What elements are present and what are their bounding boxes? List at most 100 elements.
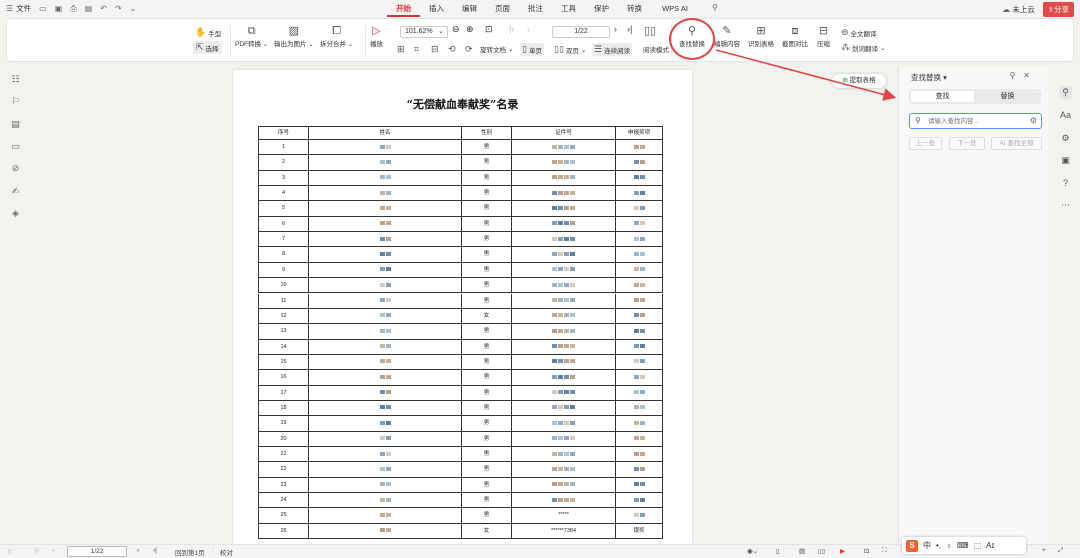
extract-table-button[interactable]: ⊞ 提取表格 [832,74,886,88]
next-match-button[interactable]: 下一处 [949,137,985,150]
microphone-icon[interactable]: ♁ [946,541,952,550]
more-icon[interactable]: ⋯ [1059,199,1072,212]
sogou-logo-icon[interactable]: S [906,539,918,552]
play-icon[interactable]: ▶ [840,547,845,555]
zoom-in-icon[interactable]: ⊕ [466,24,474,35]
screenshot-compare-button[interactable]: ⧈ 截图对比 [782,24,808,48]
menu-tab[interactable]: 页面 [486,3,519,17]
style-icon[interactable]: Aa [1059,109,1072,122]
prev-page-icon[interactable]: ‹ [527,24,530,34]
next-page-icon[interactable]: › [137,547,139,554]
zoom-in-icon[interactable]: + [1042,547,1046,554]
cloud-status[interactable]: ☁ 未上云 [1002,4,1035,15]
expand-icon[interactable]: ⤢ [1058,547,1063,555]
prev-match-button[interactable]: 上一处 [909,137,942,150]
search-icon[interactable]: ⚲ [1059,86,1072,99]
first-page-icon[interactable]: |‹ [509,24,514,34]
read-mode-button[interactable]: 阅读模式 [643,44,669,54]
single-page-button[interactable]: ▯ 单页 [520,43,544,56]
edit-content-button[interactable]: ✎ 编辑内容 [714,24,740,48]
double-view-icon[interactable]: ▯▯ [818,547,825,555]
search-icon[interactable]: ⚲ [712,3,718,12]
menu-tab[interactable]: 工具 [552,3,585,17]
actual-size-icon[interactable]: ⊞ [397,44,405,55]
eye-icon[interactable]: ◉⌄ [747,547,758,555]
close-icon[interactable]: ✕ [1023,71,1038,80]
tab-replace[interactable]: 替换 [976,91,1039,102]
play-button[interactable]: ▷ 播放 [370,24,383,48]
sidebar-toggle-icon[interactable]: ▯ [8,547,12,555]
status-page-input[interactable]: 1/22 [67,546,127,557]
word-translate-button[interactable]: ⁂ 划词翻译 ⌄ [841,42,885,53]
export-icon[interactable]: ▤ [85,4,93,13]
page-input[interactable]: 1/22 [552,26,610,38]
menu-tab[interactable]: 开始 [387,3,420,17]
menu-tab[interactable]: 保护 [585,3,618,17]
read-mode-icon[interactable]: ▯▯ [644,24,656,38]
search-field[interactable]: ⚲ ⚙ [909,113,1042,129]
menu-tab[interactable]: 插入 [420,3,453,17]
ai-icon[interactable]: Aɪ [986,541,994,550]
save-icon[interactable]: ▣ [55,4,63,13]
thumbnail-icon[interactable]: ▤ [10,119,21,130]
split-merge-button[interactable]: ⧠ 拆分合并 ⌄ [320,24,353,48]
properties-icon[interactable]: ▣ [1059,154,1072,167]
redo-icon[interactable]: ↷ [115,4,122,13]
continuous-read-button[interactable]: ☰ 连续阅读 [592,43,633,56]
chevron-down-icon[interactable]: ⌄ [130,4,137,13]
share-button[interactable]: ⇪分享 [1042,2,1074,17]
search-input[interactable] [928,116,1024,126]
single-page-view-icon[interactable]: ▯ [776,547,780,555]
menu-tab[interactable]: 编辑 [453,3,486,17]
compress-button[interactable]: ⊟ 压缩 [817,24,830,48]
menu-tab[interactable]: 批注 [519,3,552,17]
back-to-page-button[interactable]: 回到第1页 [175,547,205,557]
menu-tab[interactable]: WPS AI [651,3,699,17]
skin-icon[interactable]: ⬚ [974,541,982,550]
full-translate-button[interactable]: ⊜ 全文翻译 [841,27,877,38]
rotate-doc-button[interactable]: 旋转文档 ⌄ [480,44,513,54]
export-image-button[interactable]: ▨ 输出为图片 ⌄ [274,24,314,48]
last-page-icon[interactable]: ›| [153,547,157,554]
tab-find[interactable]: 查找 [911,91,974,102]
comment-icon[interactable]: ▭ [10,141,21,152]
zoom-select[interactable]: 101.62% ⌄ [400,26,448,38]
prev-page-icon[interactable]: ‹ [52,547,54,554]
file-menu[interactable]: 文件 [16,3,31,14]
ime-lang[interactable]: 中 [923,540,931,551]
punctuation-icon[interactable]: •, [936,541,941,550]
recognize-table-button[interactable]: ⊞ 识别表格 [748,24,774,48]
undo-icon[interactable]: ↶ [100,4,107,13]
pin-icon[interactable]: ⚲ [1009,71,1023,80]
select-tool-button[interactable]: ⇱ 选择 [193,41,222,54]
folder-icon[interactable]: ▭ [39,4,47,13]
menu-tab[interactable]: 转换 [618,3,651,17]
pdf-convert-button[interactable]: ⧉ PDF转换 ⌄ [235,24,268,48]
last-page-icon[interactable]: ›| [627,24,632,34]
rotate-left-icon[interactable]: ⟲ [448,44,456,55]
fit-page-icon[interactable]: ⌗ [414,44,419,55]
signature-icon[interactable]: ✍ [10,186,21,197]
ai-find-all-button[interactable]: AI 查找全部 [991,137,1042,150]
first-page-icon[interactable]: |‹ [35,547,39,554]
menu-icon[interactable]: ☰ [6,4,13,13]
next-page-icon[interactable]: › [614,24,617,34]
bookmark-icon[interactable]: ⚐ [10,96,21,107]
panel-title[interactable]: 查找替换 ▾ [911,72,947,83]
document-page[interactable]: “无偿献血奉献奖”名录 序号 姓名 性别 证件号 申报奖项 1 男 2 男 3 男 4 男 5 男 6 男 7 男 8… [233,70,692,544]
attachment-icon[interactable]: ⊘ [10,163,21,174]
layers-icon[interactable]: ◈ [10,208,21,219]
proofread-button[interactable]: 校对 [220,547,233,557]
double-page-button[interactable]: ▯▯ 双页 ⌄ [554,44,586,55]
fit-width-icon[interactable]: ⊡ [485,24,493,35]
fit-height-icon[interactable]: ⊟ [431,44,439,55]
print-icon[interactable]: ⎙ [70,4,76,14]
hand-tool-button[interactable]: ✋ 手型 [195,27,221,38]
fullscreen-icon[interactable]: ⛶ [882,547,887,555]
settings-sliders-icon[interactable]: ⚙ [1059,132,1072,145]
outline-icon[interactable]: ☷ [10,74,21,85]
fit-icon[interactable]: ⊡ [864,547,869,555]
help-icon[interactable]: ? [1059,177,1072,190]
rotate-right-icon[interactable]: ⟳ [465,44,473,55]
gear-icon[interactable]: ⚙ [1030,116,1037,125]
